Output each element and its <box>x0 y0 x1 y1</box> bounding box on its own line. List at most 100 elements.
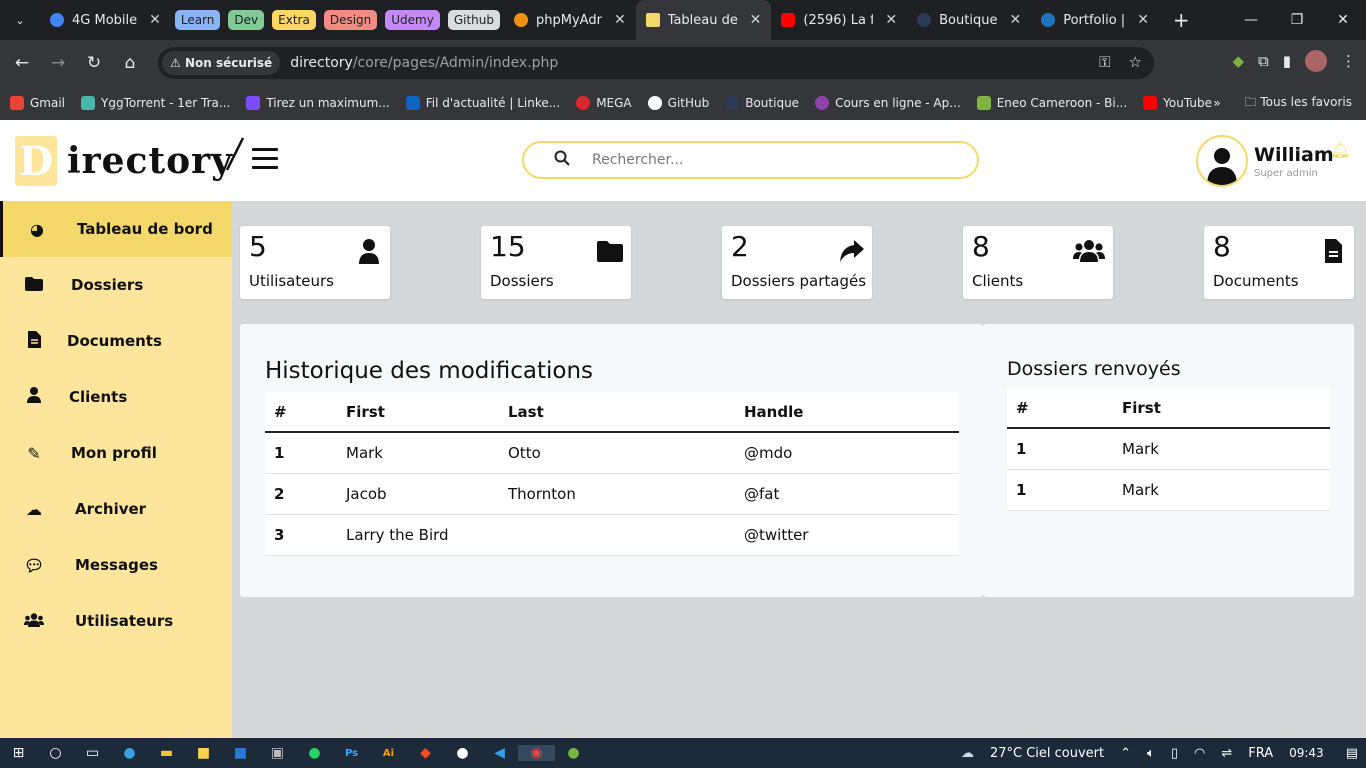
close-tab-icon[interactable]: ✕ <box>149 12 161 28</box>
tab-group-github[interactable]: Github <box>447 10 501 30</box>
minimize-icon[interactable]: — <box>1228 0 1274 40</box>
stat-card-dossiers-partages[interactable]: 2 Dossiers partagés <box>722 226 872 299</box>
table-row[interactable]: 1 Mark <box>1007 469 1330 511</box>
search-bar[interactable] <box>522 141 979 179</box>
table-row[interactable]: 1 Mark Otto @mdo <box>265 432 959 474</box>
profile-avatar[interactable] <box>1305 50 1327 72</box>
bookmark-item[interactable]: MEGA <box>576 96 632 110</box>
browser-tab[interactable]: Boutique ✕ <box>907 0 1031 40</box>
sidebar-item-dossiers[interactable]: Dossiers <box>0 257 232 313</box>
file-explorer-icon[interactable]: ▬ <box>148 745 185 761</box>
puzzle-icon[interactable]: ⧉ <box>1258 52 1269 70</box>
star-icon[interactable]: ☆ <box>1129 53 1142 71</box>
search-input[interactable] <box>592 152 952 168</box>
task-view-icon[interactable]: ▭ <box>74 745 111 761</box>
weather-icon[interactable]: ☁ <box>961 746 974 761</box>
photoshop-icon[interactable]: Ps <box>333 748 370 759</box>
key-icon[interactable]: ⚿ <box>1099 53 1110 71</box>
sidepanel-icon[interactable]: ▮ <box>1283 52 1291 70</box>
table-row[interactable]: 2 Jacob Thornton @fat <box>265 473 959 515</box>
tab-group-udemy[interactable]: Udemy <box>385 10 440 30</box>
wifi-icon[interactable]: ◠ <box>1194 746 1205 761</box>
more-bookmarks-icon[interactable]: » <box>1213 96 1220 110</box>
utorrent-icon[interactable]: ● <box>555 745 592 761</box>
bookmark-item[interactable]: Gmail <box>10 96 65 110</box>
sidebar-item-documents[interactable]: Documents <box>0 313 232 369</box>
browser-tab[interactable]: (2596) La f ✕ <box>771 0 907 40</box>
folder-icon: 🗀 <box>1244 94 1261 109</box>
table-row[interactable]: 1 Mark <box>1007 428 1330 470</box>
bookmark-item[interactable]: YouTube <box>1143 96 1212 110</box>
search-circle-icon[interactable]: ○ <box>37 745 74 761</box>
bookmark-item[interactable]: Eneo Cameroon - Bi... <box>976 96 1127 110</box>
tab-group-design[interactable]: Design <box>323 10 378 30</box>
illustrator-icon[interactable]: Ai <box>370 748 407 759</box>
chevron-up-icon[interactable]: ⌃ <box>1120 746 1131 761</box>
close-tab-icon[interactable]: ✕ <box>750 12 762 28</box>
language-indicator[interactable]: FRA <box>1248 746 1273 761</box>
browser-tab-active[interactable]: Tableau de ✕ <box>635 0 772 40</box>
close-tab-icon[interactable]: ✕ <box>1137 12 1149 28</box>
bookmark-item[interactable]: Cours en ligne - Ap... <box>815 96 961 110</box>
forward-icon[interactable]: → <box>40 53 76 73</box>
bookmark-item[interactable]: Tirez un maximum... <box>246 96 390 110</box>
app-logo[interactable]: D irectory <box>15 136 245 186</box>
edge-icon[interactable]: ● <box>111 745 148 761</box>
weather-text[interactable]: 27°C Ciel couvert <box>990 746 1104 761</box>
sidebar-item-clients[interactable]: Clients <box>0 369 232 425</box>
tab-group-extra[interactable]: Extra <box>272 10 316 30</box>
more-menu-icon[interactable]: ⋮ <box>1341 52 1356 70</box>
sidebar-item-archiver[interactable]: ☁ Archiver <box>0 481 232 537</box>
github-desktop-icon[interactable]: ● <box>444 745 481 761</box>
url-text[interactable]: directory/core/pages/Admin/index.php <box>290 55 558 71</box>
close-tab-icon[interactable]: ✕ <box>885 12 897 28</box>
store-icon[interactable]: ■ <box>185 745 222 761</box>
whatsapp-icon[interactable]: ● <box>296 745 333 761</box>
chrome-icon[interactable]: ◉ <box>518 745 555 761</box>
browser-tab[interactable]: phpMyAdr ✕ <box>504 0 636 40</box>
address-bar[interactable]: ⚠ Non sécurisé directory/core/pages/Admi… <box>158 47 1154 79</box>
tab-group-learn[interactable]: Learn <box>174 10 221 30</box>
tab-search-button[interactable]: ⌄ <box>6 6 34 34</box>
outlook-icon[interactable]: ■ <box>222 745 259 761</box>
figma-icon[interactable]: ◆ <box>407 745 444 761</box>
sidebar-item-utilisateurs[interactable]: Utilisateurs <box>0 593 232 649</box>
stat-card-dossiers[interactable]: 15 Dossiers <box>481 226 631 299</box>
extension-icon[interactable]: ◆ <box>1232 52 1244 70</box>
close-tab-icon[interactable]: ✕ <box>1009 12 1021 28</box>
bell-icon[interactable]: 🔔︎ <box>1330 140 1350 159</box>
close-tab-icon[interactable]: ✕ <box>614 12 626 28</box>
table-row[interactable]: 3 Larry the Bird @twitter <box>265 514 959 556</box>
clock[interactable]: 09:43 <box>1289 746 1324 760</box>
windows-start-icon[interactable]: ⊞ <box>0 745 37 761</box>
notifications-icon[interactable]: ▤ <box>1346 746 1358 761</box>
photos-icon[interactable]: ▣ <box>259 745 296 761</box>
network-icon[interactable]: ⇌ <box>1221 746 1232 761</box>
stat-card-utilisateurs[interactable]: 5 Utilisateurs <box>240 226 390 299</box>
stat-card-clients[interactable]: 8 Clients <box>963 226 1113 299</box>
browser-tab[interactable]: 4G Mobile ✕ <box>40 0 171 40</box>
new-tab-button[interactable]: + <box>1173 8 1190 32</box>
bookmark-item[interactable]: Fil d'actualité | Linke... <box>405 96 560 110</box>
volume-icon[interactable]: 🔈︎ <box>1147 746 1155 761</box>
sidebar-item-messages[interactable]: 💬︎ Messages <box>0 537 232 593</box>
bookmark-item[interactable]: Boutique <box>725 96 799 110</box>
sidebar-item-dashboard[interactable]: ◕ Tableau de bord <box>0 201 232 257</box>
close-window-icon[interactable]: ✕ <box>1320 0 1366 40</box>
all-bookmarks-button[interactable]: 🗀 Tous les favoris <box>1245 93 1352 114</box>
bookmark-item[interactable]: GitHub <box>647 96 709 110</box>
vscode-icon[interactable]: ◀ <box>481 745 518 761</box>
back-icon[interactable]: ← <box>4 53 40 73</box>
menu-toggle-icon[interactable] <box>252 148 278 175</box>
restore-icon[interactable]: ❐ <box>1274 0 1320 40</box>
reload-icon[interactable]: ↻ <box>76 53 112 73</box>
security-chip[interactable]: ⚠ Non sécurisé <box>162 51 281 75</box>
bookmark-item[interactable]: YggTorrent - 1er Tra... <box>81 96 230 110</box>
stat-card-documents[interactable]: 8 Documents <box>1204 226 1354 299</box>
user-profile[interactable]: William Super admin 🔔︎ <box>1196 135 1350 187</box>
browser-tab[interactable]: Portfolio | ✕ <box>1031 0 1159 40</box>
tab-group-dev[interactable]: Dev <box>228 10 265 30</box>
sidebar-item-profil[interactable]: ✎ Mon profil <box>0 425 232 481</box>
home-icon[interactable]: ⌂ <box>112 53 148 73</box>
battery-icon[interactable]: ▯ <box>1171 746 1178 761</box>
